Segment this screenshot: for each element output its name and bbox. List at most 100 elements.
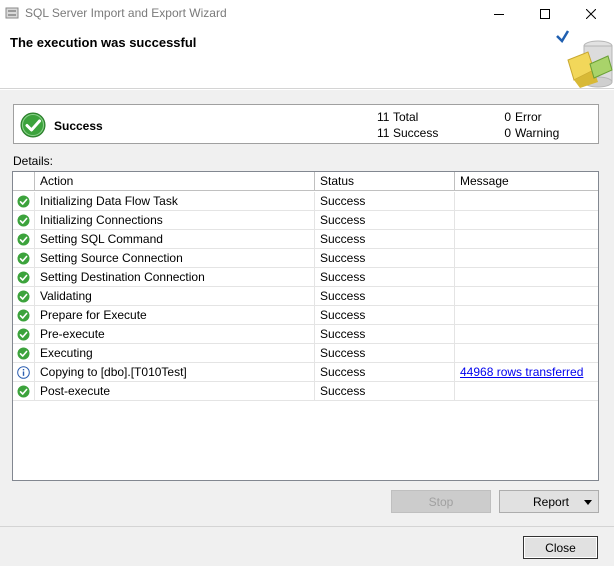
row-status-icon-cell xyxy=(13,287,35,306)
success-check-icon xyxy=(17,233,30,246)
row-status-icon-cell xyxy=(13,363,35,382)
stop-button[interactable]: Stop xyxy=(391,490,491,513)
footer-divider xyxy=(0,526,614,527)
table-row[interactable]: Setting Source Connection Success xyxy=(13,249,598,268)
row-message xyxy=(455,249,598,268)
row-action: Initializing Connections xyxy=(35,211,315,230)
row-message xyxy=(455,344,598,363)
row-status-icon-cell xyxy=(13,268,35,287)
row-action: Setting Source Connection xyxy=(35,249,315,268)
row-action: Copying to [dbo].[T010Test] xyxy=(35,363,315,382)
row-status-icon-cell xyxy=(13,249,35,268)
row-message xyxy=(455,325,598,344)
table-row[interactable]: Executing Success xyxy=(13,344,598,363)
success-label: Success xyxy=(393,126,439,140)
row-status-icon-cell xyxy=(13,211,35,230)
row-status-icon-cell xyxy=(13,325,35,344)
page-title: The execution was successful xyxy=(10,35,197,50)
minimize-icon xyxy=(494,14,504,15)
table-row[interactable]: Prepare for Execute Success xyxy=(13,306,598,325)
table-row[interactable]: Post-execute Success xyxy=(13,382,598,401)
table-row[interactable]: Setting SQL Command Success xyxy=(13,230,598,249)
row-action: Initializing Data Flow Task xyxy=(35,192,315,211)
minimize-button[interactable] xyxy=(476,0,522,28)
info-icon xyxy=(17,366,30,379)
success-check-icon xyxy=(17,252,30,265)
row-status: Success xyxy=(315,344,455,363)
success-check-icon xyxy=(17,309,30,322)
grid-header: Action Status Message xyxy=(13,172,598,191)
success-check-icon xyxy=(17,290,30,303)
row-message xyxy=(455,268,598,287)
error-count: 0 xyxy=(504,110,511,124)
row-message xyxy=(455,306,598,325)
column-header-status[interactable]: Status xyxy=(315,172,455,191)
table-row[interactable]: Initializing Data Flow Task Success xyxy=(13,192,598,211)
table-row[interactable]: Setting Destination Connection Success xyxy=(13,268,598,287)
success-count: 11 xyxy=(377,126,390,140)
row-action: Prepare for Execute xyxy=(35,306,315,325)
column-header-action[interactable]: Action xyxy=(35,172,315,191)
report-button[interactable]: Report xyxy=(499,490,599,513)
success-check-icon xyxy=(20,112,46,138)
message-link[interactable]: 44968 rows transferred xyxy=(460,365,583,379)
success-banner-icon xyxy=(556,30,613,88)
row-status: Success xyxy=(315,211,455,230)
maximize-button[interactable] xyxy=(522,0,568,28)
success-check-icon xyxy=(17,347,30,360)
close-icon xyxy=(586,9,596,19)
close-button[interactable]: Close xyxy=(523,536,598,559)
warning-label: Warning xyxy=(515,126,560,140)
row-status: Success xyxy=(315,268,455,287)
wizard-app-icon xyxy=(5,7,19,19)
row-action: Executing xyxy=(35,344,315,363)
error-label: Error xyxy=(515,110,542,124)
report-label: Report xyxy=(533,495,570,509)
total-label: Total xyxy=(393,110,419,124)
row-status: Success xyxy=(315,230,455,249)
success-check-icon xyxy=(17,385,30,398)
success-stat: 11 Success xyxy=(377,126,438,140)
table-row[interactable]: Pre-execute Success xyxy=(13,325,598,344)
row-action: Pre-execute xyxy=(35,325,315,344)
table-row[interactable]: Validating Success xyxy=(13,287,598,306)
window-title: SQL Server Import and Export Wizard xyxy=(25,6,227,20)
row-status-icon-cell xyxy=(13,344,35,363)
warning-stat: 0 Warning xyxy=(499,126,559,140)
row-status: Success xyxy=(315,363,455,382)
row-message xyxy=(455,211,598,230)
total-count: 11 xyxy=(377,110,390,124)
table-row[interactable]: Copying to [dbo].[T010Test] Success 44968 … xyxy=(13,363,598,382)
status-summary-panel: Success 11 Total 11 Success 0 Error 0 Warnin… xyxy=(13,104,599,144)
details-label: Details: xyxy=(13,154,54,168)
row-message xyxy=(455,192,598,211)
warning-count: 0 xyxy=(504,126,511,140)
close-window-button[interactable] xyxy=(568,0,614,28)
row-status: Success xyxy=(315,192,455,211)
details-grid[interactable]: Action Status Message Initializing Data … xyxy=(12,171,599,481)
row-status-icon-cell xyxy=(13,192,35,211)
row-action: Post-execute xyxy=(35,382,315,401)
wizard-content: Success 11 Total 11 Success 0 Error 0 Warnin… xyxy=(0,90,614,566)
maximize-icon xyxy=(540,9,550,19)
success-check-icon xyxy=(17,271,30,284)
success-check-icon xyxy=(17,328,30,341)
total-stat: 11 Total xyxy=(377,110,418,124)
row-status-icon-cell xyxy=(13,382,35,401)
row-status: Success xyxy=(315,382,455,401)
row-action: Validating xyxy=(35,287,315,306)
row-status: Success xyxy=(315,306,455,325)
row-status-icon-cell xyxy=(13,230,35,249)
table-row[interactable]: Initializing Connections Success xyxy=(13,211,598,230)
column-header-icon[interactable] xyxy=(13,172,35,191)
overall-status: Success xyxy=(54,119,103,133)
row-status: Success xyxy=(315,249,455,268)
row-message xyxy=(455,382,598,401)
row-message xyxy=(455,287,598,306)
title-bar: SQL Server Import and Export Wizard xyxy=(0,0,614,28)
error-stat: 0 Error xyxy=(499,110,542,124)
column-header-message[interactable]: Message xyxy=(455,172,598,191)
row-status: Success xyxy=(315,325,455,344)
success-check-icon xyxy=(17,195,30,208)
chevron-down-icon xyxy=(584,500,592,505)
